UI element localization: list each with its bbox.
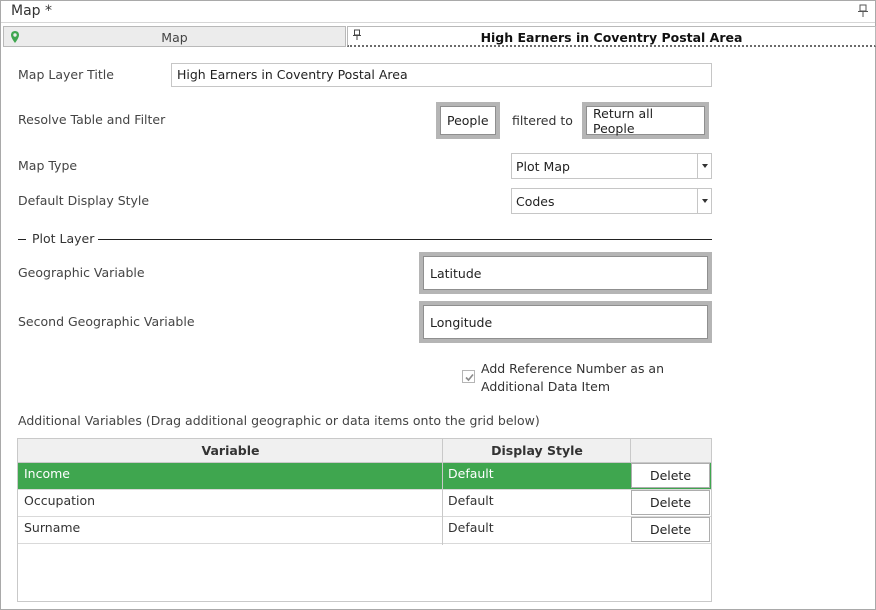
second-geo-value: Longitude xyxy=(423,305,708,339)
delete-button[interactable]: Delete xyxy=(631,517,710,542)
delete-button[interactable]: Delete xyxy=(631,463,710,488)
display-style-cell[interactable]: Default xyxy=(448,493,494,508)
check-icon xyxy=(465,373,474,382)
layer-title-label: Map Layer Title xyxy=(18,67,114,82)
additional-variables-grid: Variable Display Style Income Default De… xyxy=(17,438,712,602)
tab-map-label: Map xyxy=(161,30,188,45)
additional-instructions: Additional Variables (Drag additional ge… xyxy=(18,413,540,428)
second-geo-label: Second Geographic Variable xyxy=(18,314,195,329)
resolve-table-value: People xyxy=(440,106,496,135)
second-geo-dropzone[interactable]: Longitude xyxy=(419,301,712,343)
filter-dropzone[interactable]: Return all People xyxy=(582,102,709,139)
variable-cell[interactable]: Surname xyxy=(24,520,80,535)
tab-map[interactable]: Map xyxy=(3,26,346,47)
divider xyxy=(18,239,26,240)
filter-value: Return all People xyxy=(586,106,705,136)
map-type-select[interactable]: Plot Map xyxy=(511,153,712,179)
display-style-cell[interactable]: Default xyxy=(448,466,494,481)
title-bar: Map * xyxy=(1,1,875,23)
map-type-value: Plot Map xyxy=(516,159,570,174)
filtered-to-text: filtered to xyxy=(512,113,573,128)
chevron-down-icon[interactable] xyxy=(697,189,711,213)
tab-layer[interactable]: High Earners in Coventry Postal Area xyxy=(347,26,876,47)
table-row[interactable]: Occupation Default Delete xyxy=(18,490,711,517)
plot-layer-section-header: Plot Layer xyxy=(18,231,712,247)
table-row[interactable]: Surname Default Delete xyxy=(18,517,711,544)
add-ref-checkbox-label[interactable]: Add Reference Number as an Additional Da… xyxy=(481,360,681,396)
tab-layer-label: High Earners in Coventry Postal Area xyxy=(480,30,743,45)
variable-cell[interactable]: Occupation xyxy=(24,493,95,508)
column-divider xyxy=(442,439,443,545)
map-window: Map * Map High Earners in Coventry Posta… xyxy=(0,0,876,610)
pin-icon[interactable] xyxy=(857,4,869,18)
display-style-label: Default Display Style xyxy=(18,193,150,208)
divider xyxy=(98,239,712,240)
display-style-cell[interactable]: Default xyxy=(448,520,494,535)
column-header-variable[interactable]: Variable xyxy=(18,443,443,458)
grid-header: Variable Display Style xyxy=(18,439,711,463)
table-row[interactable]: Income Default Delete xyxy=(18,463,711,490)
add-ref-checkbox[interactable] xyxy=(462,370,475,383)
geo-var-label: Geographic Variable xyxy=(18,265,145,280)
geo-var-dropzone[interactable]: Latitude xyxy=(419,252,712,294)
resolve-table-dropzone[interactable]: People xyxy=(436,102,500,139)
column-divider xyxy=(630,439,631,463)
plot-layer-title: Plot Layer xyxy=(32,231,95,246)
display-style-select[interactable]: Codes xyxy=(511,188,712,214)
delete-button[interactable]: Delete xyxy=(631,490,710,515)
resolve-label: Resolve Table and Filter xyxy=(18,112,166,127)
tab-strip: Map High Earners in Coventry Postal Area xyxy=(3,26,876,47)
map-type-label: Map Type xyxy=(18,158,78,173)
column-header-display-style[interactable]: Display Style xyxy=(443,443,631,458)
chevron-down-icon[interactable] xyxy=(697,154,711,178)
display-style-value: Codes xyxy=(516,194,555,209)
geo-var-value: Latitude xyxy=(423,256,708,290)
variable-cell[interactable]: Income xyxy=(24,466,70,481)
layer-title-input[interactable]: High Earners in Coventry Postal Area xyxy=(171,63,712,87)
window-title: Map * xyxy=(11,3,52,19)
